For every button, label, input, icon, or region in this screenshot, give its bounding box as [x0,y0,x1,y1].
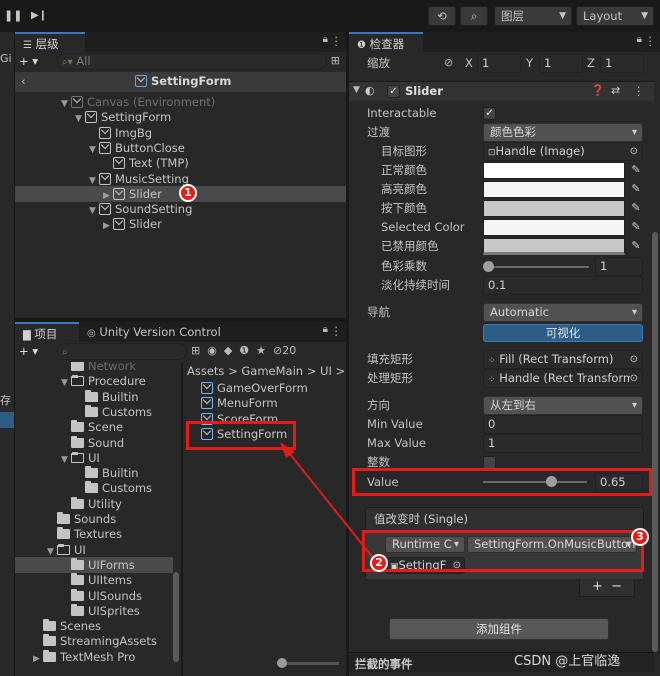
annotation-badge-2: 2 [370,554,388,572]
watermark: CSDN @上官临逸 [514,654,621,669]
annotation-badge-3: 3 [631,528,649,546]
annotation-badge-1: 1 [179,184,197,202]
annotation-arrow [280,442,375,560]
